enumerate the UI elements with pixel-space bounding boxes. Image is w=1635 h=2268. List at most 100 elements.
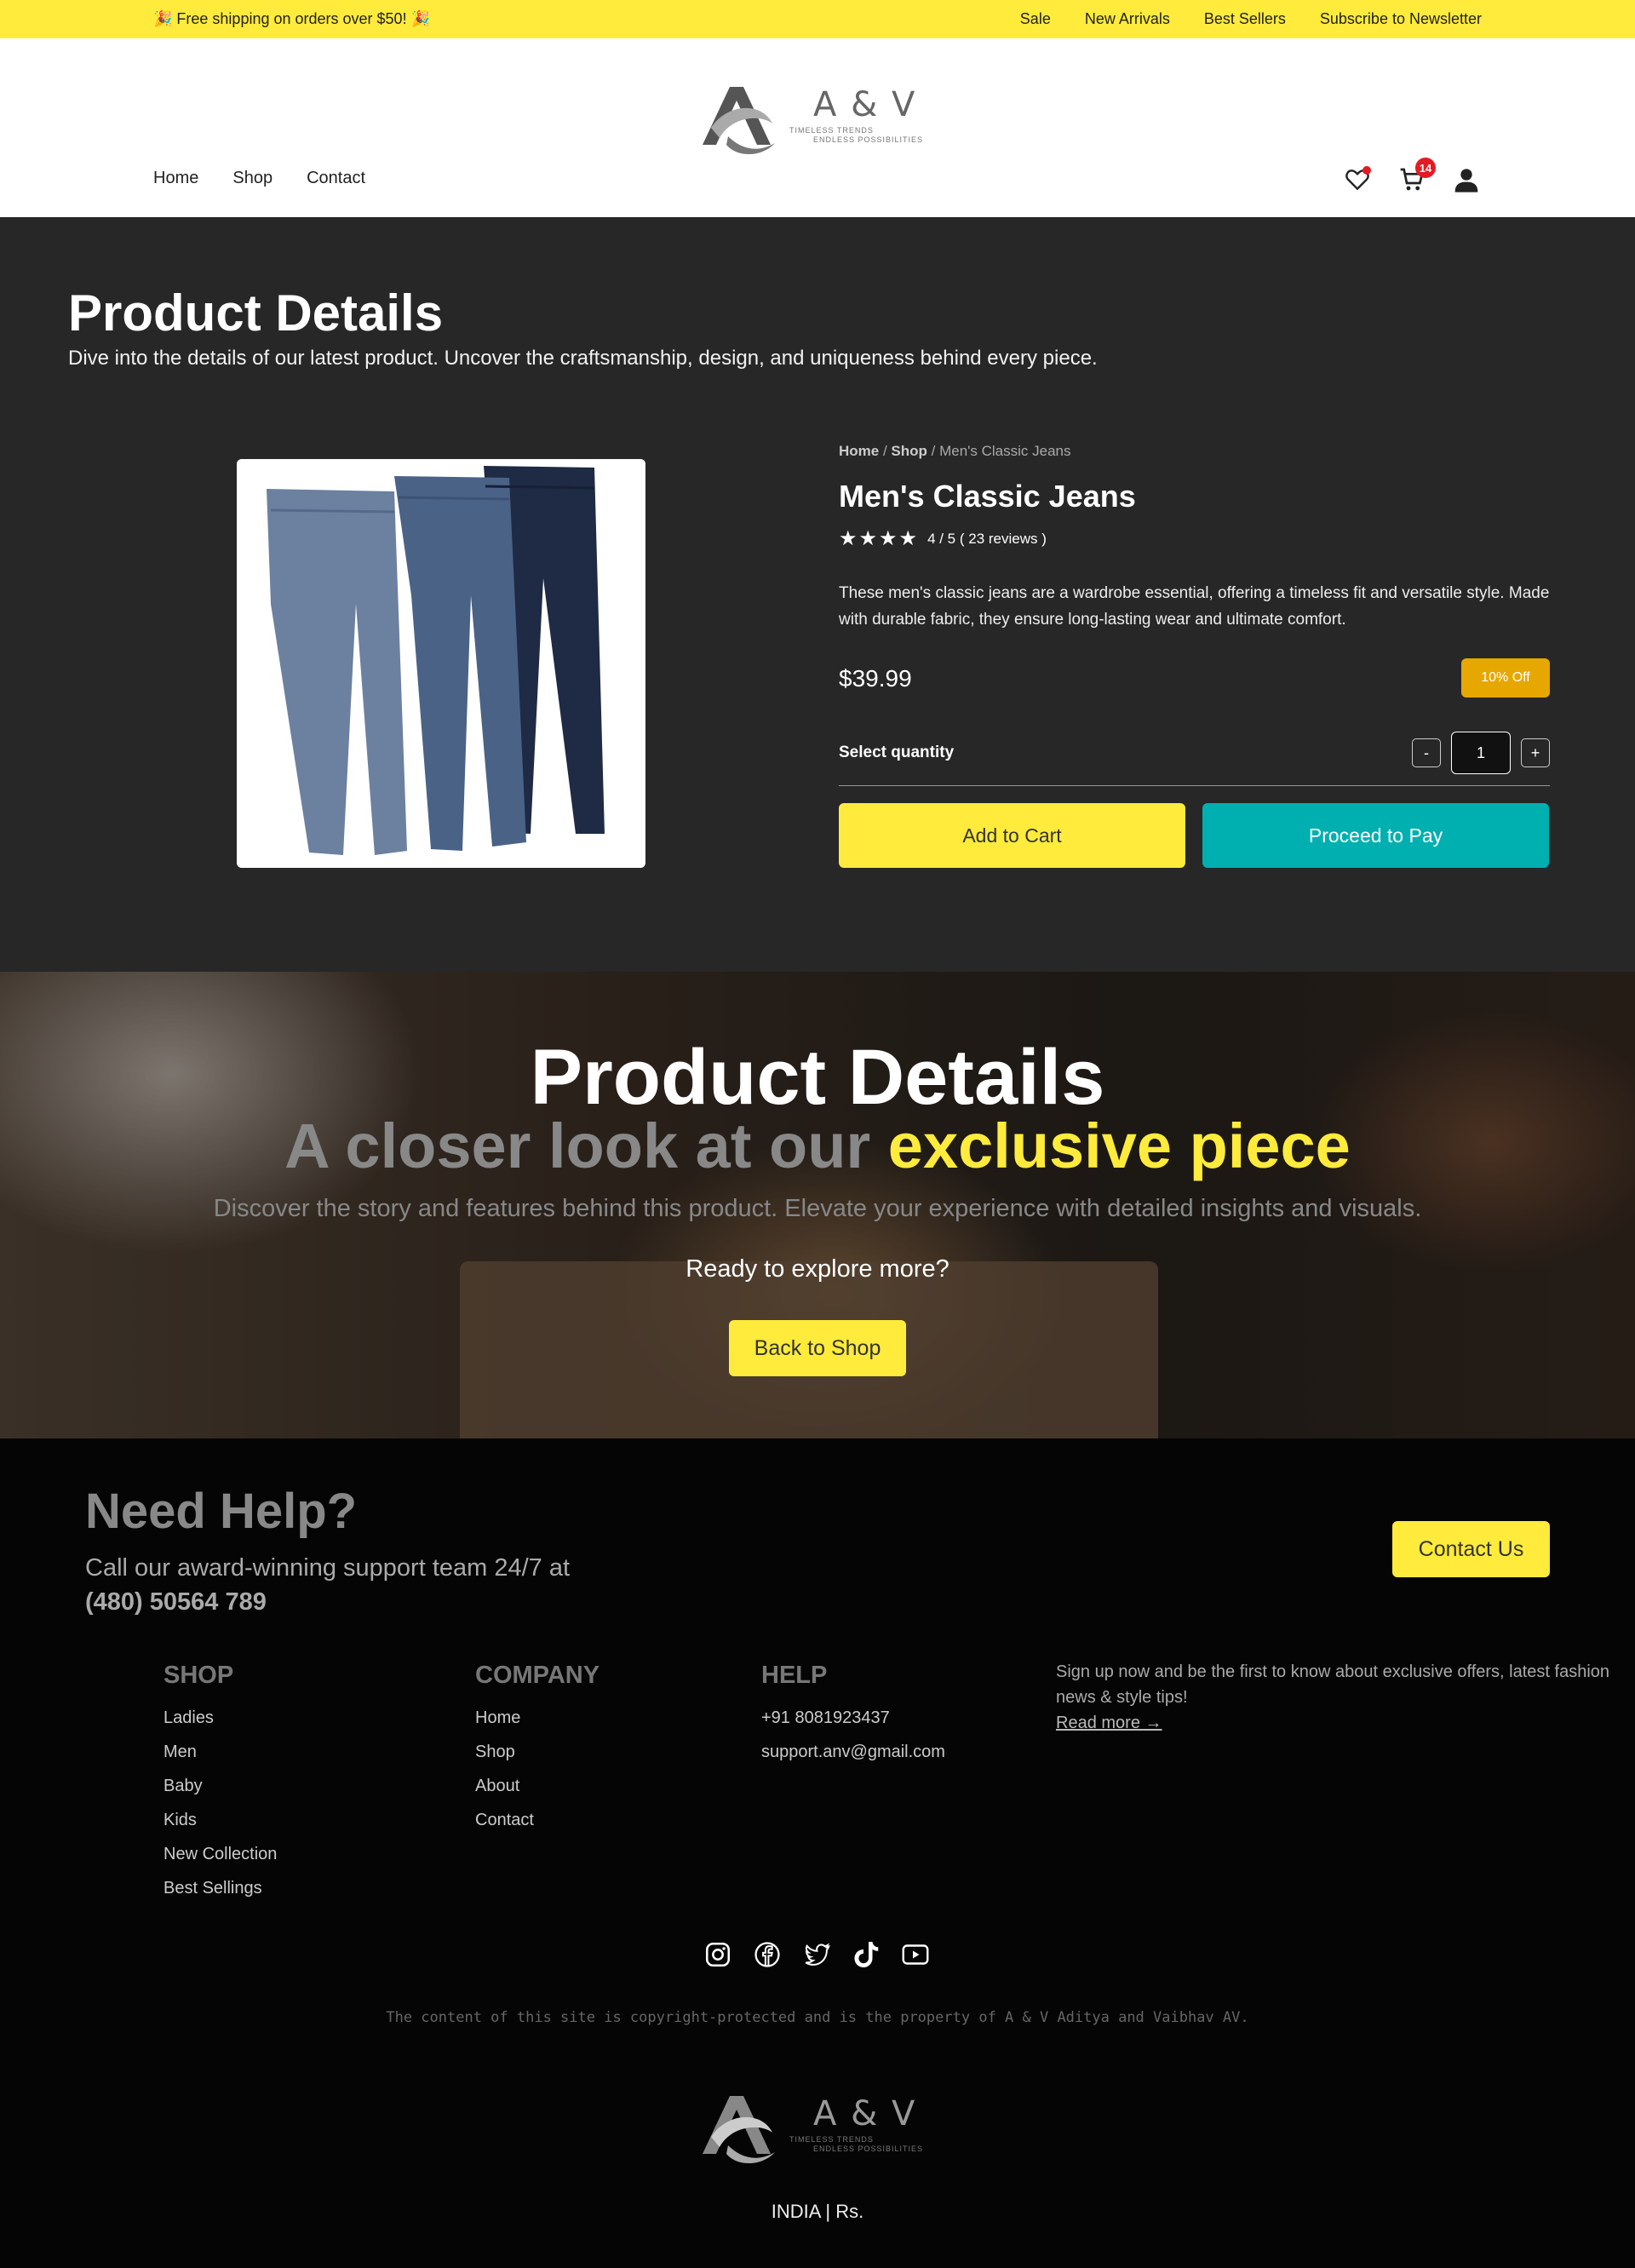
quantity-increase-button[interactable]: + bbox=[1521, 738, 1550, 767]
product-actions: Add to Cart Proceed to Pay bbox=[839, 803, 1550, 868]
site-footer: Need Help? Call our award-winning suppor… bbox=[0, 1438, 1635, 2268]
help-phone[interactable]: (480) 50564 789 bbox=[85, 1585, 570, 1619]
quantity-stepper: - + bbox=[1412, 732, 1550, 774]
locale-selector[interactable]: INDIA | Rs. bbox=[0, 2201, 1635, 2223]
breadcrumb-current: Men's Classic Jeans bbox=[939, 443, 1071, 459]
product-description: These men's classic jeans are a wardrobe… bbox=[839, 584, 1550, 629]
wishlist-indicator bbox=[1362, 166, 1371, 175]
help-description: Call our award-winning support team 24/7… bbox=[85, 1554, 571, 1582]
footer-link-home[interactable]: Home bbox=[475, 1708, 600, 1743]
footer-column-title: SHOP bbox=[164, 1662, 234, 1689]
account-button[interactable] bbox=[1451, 164, 1482, 195]
proceed-to-pay-button[interactable]: Proceed to Pay bbox=[1202, 803, 1549, 868]
promo-text: 🎉 Free shipping on orders over $50! 🎉 bbox=[153, 10, 430, 27]
logo-tagline-2: ENDLESS POSSIBILITIES bbox=[813, 135, 924, 144]
twitter-icon[interactable] bbox=[801, 1939, 832, 1970]
topbar-link-best-sellers[interactable]: Best Sellers bbox=[1204, 10, 1286, 28]
tiktok-icon[interactable] bbox=[851, 1939, 881, 1970]
breadcrumb-shop[interactable]: Shop bbox=[891, 443, 927, 459]
hero-description: Discover the story and features behind t… bbox=[213, 1195, 1422, 1222]
newsletter-text: Sign up now and be the first to know abo… bbox=[1056, 1662, 1610, 1707]
nav-contact[interactable]: Contact bbox=[307, 169, 365, 188]
footer-link-kids[interactable]: Kids bbox=[164, 1811, 277, 1845]
site-logo[interactable]: A & V TIMELESS TRENDS ENDLESS POSSIBILIT… bbox=[694, 77, 932, 162]
quantity-input[interactable] bbox=[1451, 732, 1511, 774]
logo-brand-text: A & V bbox=[813, 2094, 917, 2133]
wishlist-button[interactable] bbox=[1342, 164, 1373, 195]
hero-headline: A closer look at our exclusive piece bbox=[0, 1110, 1635, 1182]
footer-link-about[interactable]: About bbox=[475, 1777, 600, 1811]
announcement-bar: 🎉 Free shipping on orders over $50! 🎉 Sa… bbox=[0, 0, 1635, 38]
nav-home[interactable]: Home bbox=[153, 169, 198, 188]
footer-column-title: HELP bbox=[761, 1662, 828, 1689]
quantity-label: Select quantity bbox=[839, 744, 955, 761]
rating-stars: ★★★★ bbox=[839, 527, 920, 550]
footer-phone[interactable]: +91 8081923437 bbox=[761, 1708, 945, 1743]
help-text: Call our award-winning support team 24/7… bbox=[85, 1551, 570, 1619]
price-row: $39.99 10% Off bbox=[839, 658, 1550, 701]
hero-prompt: Ready to explore more? bbox=[686, 1255, 949, 1283]
breadcrumb: Home / Shop / Men's Classic Jeans bbox=[839, 443, 1550, 460]
main-nav: Home Shop Contact bbox=[153, 169, 365, 188]
header-icons: 14 bbox=[1342, 158, 1482, 195]
topbar-link-sale[interactable]: Sale bbox=[1020, 10, 1051, 28]
nav-shop[interactable]: Shop bbox=[232, 169, 272, 188]
rating-text: 4 / 5 ( 23 reviews ) bbox=[927, 530, 1047, 547]
read-more-link[interactable]: Read more → bbox=[1056, 1710, 1618, 1736]
newsletter-blurb: Sign up now and be the first to know abo… bbox=[1056, 1659, 1618, 1736]
quantity-row: Select quantity - + bbox=[839, 732, 1550, 786]
topbar-links: Sale New Arrivals Best Sellers Subscribe… bbox=[1020, 10, 1482, 28]
site-header: A & V TIMELESS TRENDS ENDLESS POSSIBILIT… bbox=[0, 38, 1635, 217]
breadcrumb-separator: / bbox=[926, 443, 940, 459]
logo-tagline-1: TIMELESS TRENDS bbox=[789, 2135, 874, 2144]
product-details: Home / Shop / Men's Classic Jeans Men's … bbox=[839, 443, 1550, 868]
cart-button[interactable]: 14 bbox=[1397, 158, 1436, 195]
product-price: $39.99 bbox=[839, 665, 912, 692]
copyright-notice: The content of this site is copyright-pr… bbox=[386, 2009, 1249, 2026]
footer-email[interactable]: support.anv@gmail.com bbox=[761, 1743, 945, 1777]
product-name: Men's Classic Jeans bbox=[839, 479, 1136, 514]
jeans-image bbox=[237, 459, 645, 868]
back-to-shop-button[interactable]: Back to Shop bbox=[729, 1320, 906, 1376]
logo-tagline-2: ENDLESS POSSIBILITIES bbox=[813, 2145, 924, 2153]
footer-column-title: COMPANY bbox=[475, 1662, 600, 1689]
contact-us-button[interactable]: Contact Us bbox=[1392, 1521, 1550, 1577]
facebook-icon[interactable] bbox=[752, 1939, 783, 1970]
footer-link-contact[interactable]: Contact bbox=[475, 1811, 600, 1845]
logo-mark-icon bbox=[703, 87, 775, 155]
footer-column-help: HELP +91 8081923437 support.anv@gmail.co… bbox=[761, 1662, 945, 1777]
footer-column-shop: SHOP Ladies Men Baby Kids New Collection… bbox=[164, 1662, 277, 1913]
instagram-icon[interactable] bbox=[703, 1939, 733, 1970]
footer-column-company: COMPANY Home Shop About Contact bbox=[475, 1662, 600, 1845]
hero-headline-muted: A closer look at our bbox=[284, 1111, 888, 1181]
product-rating: ★★★★ 4 / 5 ( 23 reviews ) bbox=[839, 526, 1550, 551]
page-subtitle: Dive into the details of our latest prod… bbox=[68, 347, 1098, 370]
footer-logo[interactable]: A & V TIMELESS TRENDS ENDLESS POSSIBILIT… bbox=[694, 2086, 932, 2171]
footer-link-baby[interactable]: Baby bbox=[164, 1777, 277, 1811]
hero-banner: Product Details A closer look at our exc… bbox=[0, 972, 1635, 1438]
user-icon bbox=[1454, 169, 1478, 192]
footer-link-men[interactable]: Men bbox=[164, 1743, 277, 1777]
topbar-link-newsletter[interactable]: Subscribe to Newsletter bbox=[1320, 10, 1482, 28]
quantity-decrease-button[interactable]: - bbox=[1412, 738, 1441, 767]
discount-badge: 10% Off bbox=[1461, 658, 1550, 698]
help-title: Need Help? bbox=[85, 1484, 358, 1539]
breadcrumb-separator: / bbox=[879, 443, 892, 459]
youtube-icon[interactable] bbox=[900, 1939, 931, 1970]
page-title: Product Details bbox=[68, 284, 444, 342]
footer-link-new-collection[interactable]: New Collection bbox=[164, 1845, 277, 1879]
hero-headline-accent: exclusive piece bbox=[887, 1111, 1351, 1181]
footer-link-shop[interactable]: Shop bbox=[475, 1743, 600, 1777]
logo-tagline-1: TIMELESS TRENDS bbox=[789, 126, 874, 135]
topbar-link-new-arrivals[interactable]: New Arrivals bbox=[1085, 10, 1170, 28]
logo-mark-icon bbox=[703, 2096, 775, 2164]
cart-count-badge: 14 bbox=[1415, 158, 1436, 178]
add-to-cart-button[interactable]: Add to Cart bbox=[839, 803, 1185, 868]
logo-brand-text: A & V bbox=[813, 85, 917, 124]
breadcrumb-home[interactable]: Home bbox=[839, 443, 879, 459]
social-links bbox=[703, 1939, 931, 1970]
product-section: Product Details Dive into the details of… bbox=[0, 217, 1635, 972]
product-image[interactable] bbox=[237, 459, 645, 868]
footer-link-best-sellings[interactable]: Best Sellings bbox=[164, 1879, 277, 1913]
footer-link-ladies[interactable]: Ladies bbox=[164, 1708, 277, 1743]
